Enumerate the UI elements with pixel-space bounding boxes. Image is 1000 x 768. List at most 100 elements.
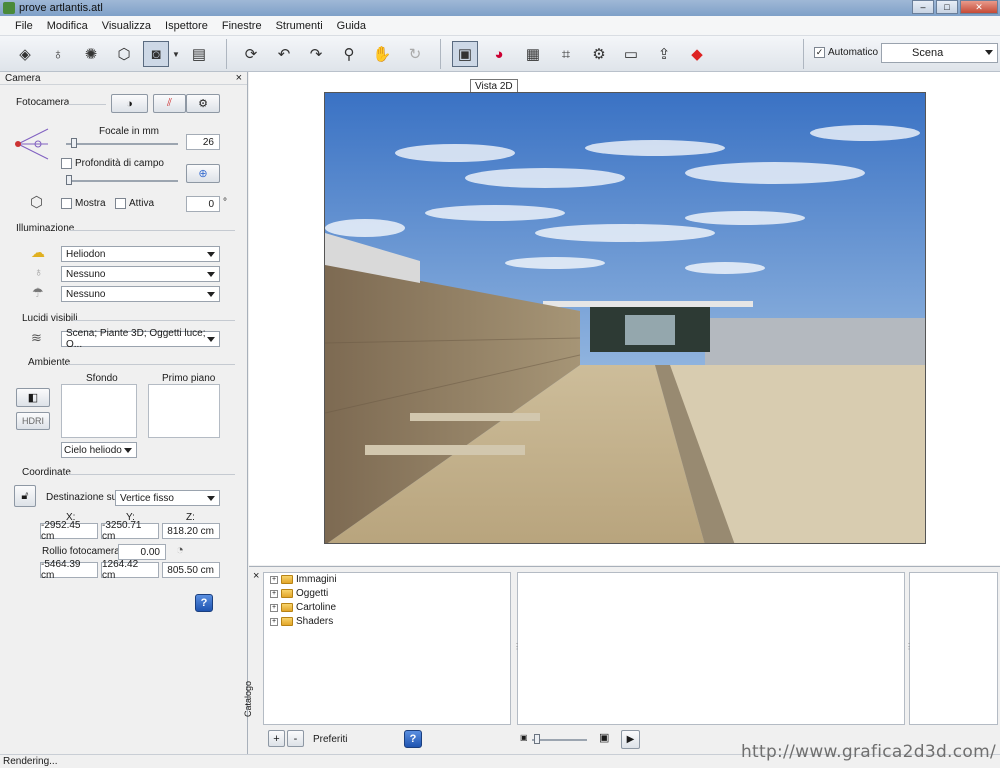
close-panel-icon[interactable]: ×: [236, 72, 242, 84]
layers-select-value: Scena; Piante 3D; Oggetti luce; O...: [66, 328, 206, 350]
position-x-input[interactable]: -2952.45 cm: [40, 520, 98, 542]
target-x-input[interactable]: -5464.39 cm: [40, 559, 98, 581]
render-window-icon[interactable]: ▦: [520, 41, 546, 67]
catalog-preview[interactable]: [909, 572, 998, 725]
foreground-preview[interactable]: [148, 384, 220, 438]
camera-cone-icon: [15, 128, 49, 160]
camera-inspector: Camera × Fotocamera ◑ ⫽ ⚙ Focale in mm 2…: [0, 72, 248, 754]
tree-item-immagini[interactable]: + Immagini: [270, 574, 337, 585]
background-mode-button[interactable]: ◧: [16, 388, 50, 407]
depth-slider-thumb[interactable]: [66, 175, 72, 185]
attiva-checkbox-group[interactable]: Attiva: [115, 198, 154, 209]
preferiti-label[interactable]: Preferiti: [313, 734, 347, 745]
angle-input[interactable]: 0: [186, 196, 220, 212]
menu-guida[interactable]: Guida: [330, 20, 373, 32]
export-icon[interactable]: ⇪: [651, 41, 677, 67]
zoom-icon[interactable]: ⚲: [336, 41, 362, 67]
expand-icon[interactable]: +: [270, 575, 278, 584]
heliodon-select[interactable]: Heliodon: [61, 246, 220, 262]
sequence-icon[interactable]: ▤: [186, 41, 212, 67]
menu-modifica[interactable]: Modifica: [40, 20, 95, 32]
target-z-input[interactable]: 805.50 cm: [162, 562, 220, 578]
focal-slider-thumb[interactable]: [71, 138, 77, 148]
color-palette-icon[interactable]: ◕: [486, 41, 512, 67]
position-y-input[interactable]: -3250.71 cm: [101, 520, 159, 542]
title-bar: prove artlantis.atl – □ ✕: [0, 0, 1000, 16]
mostra-checkbox[interactable]: [61, 198, 72, 209]
camera-settings-button[interactable]: ⚙: [186, 94, 220, 113]
object-icon[interactable]: ⬡: [111, 41, 137, 67]
sun-icon[interactable]: ✺: [78, 41, 104, 67]
splitter-handle[interactable]: ⋮: [905, 642, 913, 651]
depth-of-field-checkbox[interactable]: [61, 158, 72, 169]
mood-select[interactable]: Nessuno: [61, 286, 220, 302]
expand-icon[interactable]: +: [270, 603, 278, 612]
play-button[interactable]: ▶: [621, 730, 640, 749]
menu-visualizza[interactable]: Visualizza: [95, 20, 158, 32]
position-z-input[interactable]: 818.20 cm: [162, 523, 220, 539]
maximize-button[interactable]: □: [936, 0, 958, 14]
focus-target-button[interactable]: ⊕: [186, 164, 220, 183]
expand-icon[interactable]: +: [270, 617, 278, 626]
depth-of-field-checkbox-group[interactable]: Profondità di campo: [61, 158, 164, 169]
remove-button[interactable]: -: [287, 730, 304, 747]
menu-finestre[interactable]: Finestre: [215, 20, 269, 32]
close-button[interactable]: ✕: [960, 0, 998, 14]
minimize-button[interactable]: –: [912, 0, 934, 14]
menu-ispettore[interactable]: Ispettore: [158, 20, 215, 32]
target-y-input[interactable]: 1264.42 cm: [101, 559, 159, 581]
view-2d-icon[interactable]: ▣: [452, 41, 478, 67]
light-select[interactable]: Nessuno: [61, 266, 220, 282]
destination-select[interactable]: Vertice fisso: [115, 490, 220, 506]
settings-gear-icon[interactable]: ⚙: [586, 41, 612, 67]
shaders-icon[interactable]: ◈: [12, 41, 38, 67]
roll-input[interactable]: 0.00: [118, 544, 166, 560]
small-thumb-icon: ▣: [520, 733, 528, 742]
roll-dial-icon[interactable]: ◔: [176, 542, 184, 557]
automatic-checkbox[interactable]: ✓: [814, 47, 825, 58]
crop-icon[interactable]: ⌗: [553, 41, 579, 67]
depth-slider-track[interactable]: [66, 180, 178, 182]
undo-icon[interactable]: ↶: [271, 41, 297, 67]
camera-dropdown-icon[interactable]: ▼: [170, 41, 182, 67]
focal-input[interactable]: 26: [186, 134, 220, 150]
camera-icon[interactable]: ◙: [143, 41, 169, 67]
catalog-items[interactable]: [517, 572, 905, 725]
orbit-icon[interactable]: ⟳: [238, 41, 264, 67]
attiva-checkbox[interactable]: [115, 198, 126, 209]
hdri-button[interactable]: HDRI: [16, 412, 50, 430]
close-catalog-icon[interactable]: ×: [253, 570, 259, 582]
sky-select[interactable]: Cielo heliodonica: [61, 442, 137, 458]
scene-select[interactable]: Scena: [881, 43, 998, 63]
add-button[interactable]: +: [268, 730, 285, 747]
pan-hand-icon[interactable]: ✋: [369, 41, 395, 67]
refresh-icon[interactable]: ↻: [402, 41, 428, 67]
menu-file[interactable]: File: [8, 20, 40, 32]
thumb-size-slider-track[interactable]: [532, 739, 587, 741]
render-preview[interactable]: [324, 92, 926, 544]
layers-select[interactable]: Scena; Piante 3D; Oggetti luce; O...: [61, 328, 220, 350]
tree-item-cartoline[interactable]: + Cartoline: [270, 602, 336, 613]
focal-slider-track[interactable]: [66, 143, 178, 145]
splitter-handle[interactable]: ⋮: [513, 642, 521, 651]
help-icon[interactable]: ?: [404, 730, 422, 748]
sfondo-label: Sfondo: [86, 373, 118, 384]
menu-strumenti[interactable]: Strumenti: [269, 20, 330, 32]
automatic-checkbox-group[interactable]: ✓ Automatico: [814, 47, 878, 58]
light-icon[interactable]: ♁: [45, 41, 71, 67]
chevron-down-icon: [124, 448, 132, 453]
lock-button[interactable]: 🔓︎: [14, 485, 36, 507]
camera-type-button[interactable]: ◑: [111, 94, 148, 113]
camera-path-button[interactable]: ⫽: [153, 94, 186, 113]
artlantis-logo-icon[interactable]: ◆: [684, 41, 710, 67]
mostra-checkbox-group[interactable]: Mostra: [61, 198, 106, 209]
tree-item-shaders[interactable]: + Shaders: [270, 616, 333, 627]
tree-item-oggetti[interactable]: + Oggetti: [270, 588, 328, 599]
ambiente-heading: Ambiente: [28, 357, 71, 368]
background-preview[interactable]: [61, 384, 137, 438]
help-icon[interactable]: ?: [195, 594, 213, 612]
redo-icon[interactable]: ↷: [303, 41, 329, 67]
thumb-size-slider-thumb[interactable]: [534, 734, 540, 744]
preview-window-icon[interactable]: ▭: [618, 41, 644, 67]
expand-icon[interactable]: +: [270, 589, 278, 598]
